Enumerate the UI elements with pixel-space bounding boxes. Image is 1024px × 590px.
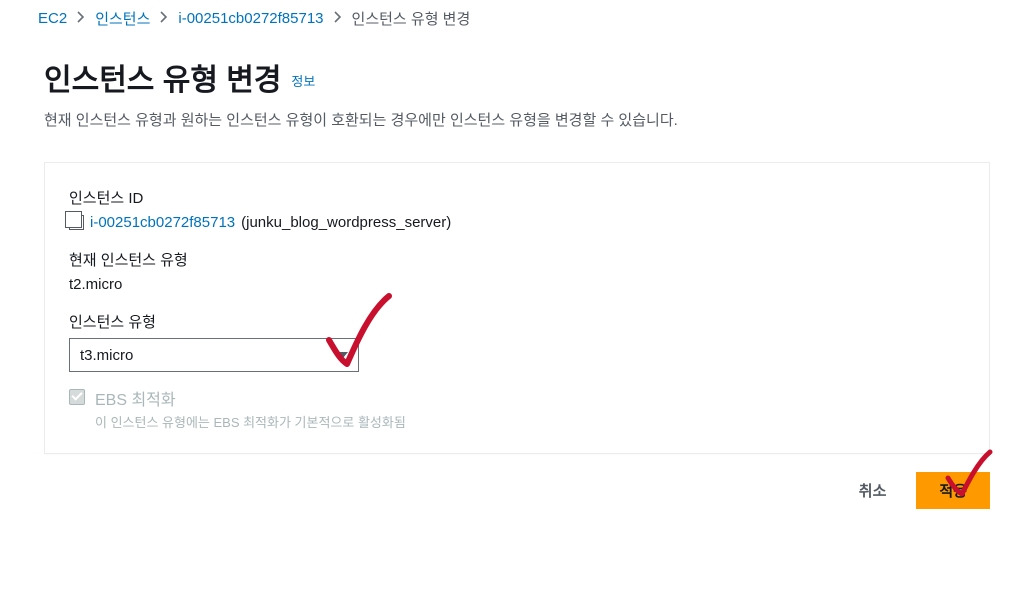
instance-id-label: 인스턴스 ID [69, 187, 965, 208]
chevron-right-icon [160, 11, 168, 26]
copy-icon[interactable] [69, 215, 84, 230]
footer-actions: 취소 적용 [0, 454, 1024, 509]
breadcrumb-link-instance-id[interactable]: i-00251cb0272f85713 [178, 10, 323, 27]
chevron-right-icon [334, 11, 342, 26]
instance-type-selected: t3.micro [80, 347, 133, 364]
current-type-value: t2.micro [69, 276, 965, 293]
breadcrumb: EC2 인스턴스 i-00251cb0272f85713 인스턴스 유형 변경 [0, 0, 1024, 35]
breadcrumb-current: 인스턴스 유형 변경 [352, 8, 471, 29]
ebs-checkbox-disabled [69, 389, 85, 405]
field-instance-type: 인스턴스 유형 t3.micro [69, 311, 965, 372]
cancel-button[interactable]: 취소 [843, 472, 903, 509]
ebs-title: EBS 최적화 [95, 386, 406, 410]
instance-type-panel: 인스턴스 ID i-00251cb0272f85713 (junku_blog_… [44, 162, 990, 454]
chevron-right-icon [77, 11, 85, 26]
page-header: 인스턴스 유형 변경 정보 현재 인스턴스 유형과 원하는 인스턴스 유형이 호… [0, 35, 1024, 148]
field-current-type: 현재 인스턴스 유형 t2.micro [69, 249, 965, 293]
breadcrumb-link-ec2[interactable]: EC2 [38, 10, 67, 27]
field-instance-id: 인스턴스 ID i-00251cb0272f85713 (junku_blog_… [69, 187, 965, 231]
apply-button[interactable]: 적용 [916, 472, 990, 509]
ebs-description: 이 인스턴스 유형에는 EBS 최적화가 기본적으로 활성화됨 [95, 412, 406, 431]
instance-id-link[interactable]: i-00251cb0272f85713 [90, 214, 235, 231]
page-title: 인스턴스 유형 변경 [44, 64, 281, 97]
instance-type-label: 인스턴스 유형 [69, 311, 965, 332]
page-description: 현재 인스턴스 유형과 원하는 인스턴스 유형이 호환되는 경우에만 인스턴스 … [44, 109, 980, 130]
chevron-down-icon [338, 352, 348, 358]
instance-type-select[interactable]: t3.micro [69, 338, 359, 372]
info-link[interactable]: 정보 [291, 74, 315, 89]
current-type-label: 현재 인스턴스 유형 [69, 249, 965, 270]
breadcrumb-link-instances[interactable]: 인스턴스 [95, 8, 150, 29]
instance-id-name: (junku_blog_wordpress_server) [241, 214, 451, 231]
field-ebs-optimized: EBS 최적화 이 인스턴스 유형에는 EBS 최적화가 기본적으로 활성화됨 [69, 386, 965, 431]
